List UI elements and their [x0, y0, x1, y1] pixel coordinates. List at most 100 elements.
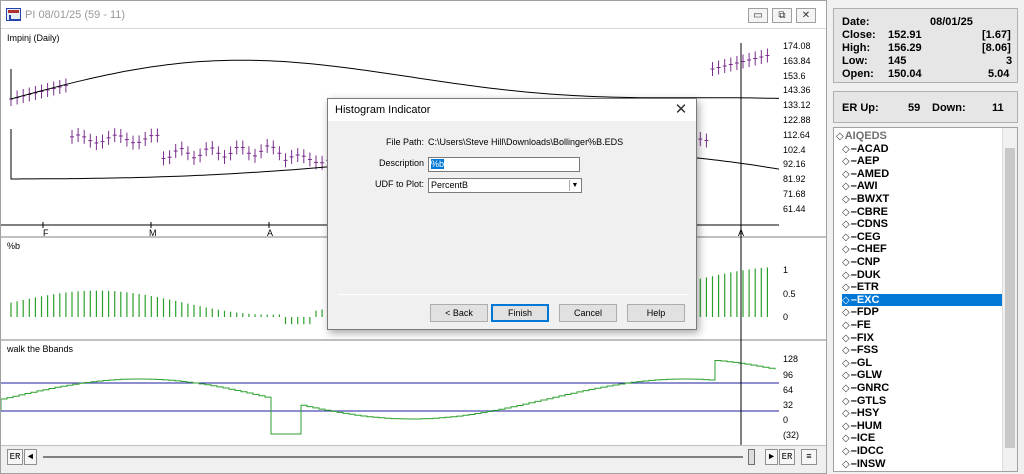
er-right-button[interactable]: ER [779, 449, 795, 465]
symbol-item[interactable]: ◇–GLW [842, 369, 1010, 382]
udf-selected-value: PercentB [431, 180, 469, 190]
close-change: [1.67] [982, 29, 1011, 41]
restore-button[interactable]: ⧉ [772, 8, 792, 23]
symbol-list[interactable]: ◇AIQEDS ◇–ACAD ◇–AEP ◇–AMED ◇–AWI ◇–BWXT ◇–CBR… [833, 127, 1018, 472]
symbol-item[interactable]: ◇–FIX [842, 332, 1010, 345]
chart-titlebar[interactable]: PI 08/01/25 (59 - 11) ▭ ⧉ ✕ [1, 1, 826, 29]
symbol-item[interactable]: ◇–INSW [842, 458, 1010, 471]
chart-scrollbar[interactable]: ER ◄ ► ER ≡ [1, 445, 826, 473]
price-axis-tick: 153.6 [783, 71, 806, 81]
udf-select[interactable]: PercentB ▼ [428, 178, 582, 193]
scroll-right-arrow-icon[interactable]: ► [765, 449, 778, 465]
percentb-axis-tick: 0.5 [783, 289, 796, 299]
symbol-label: FE [856, 319, 871, 331]
description-label: Description [378, 158, 424, 168]
list-scroll-thumb[interactable] [1005, 148, 1015, 448]
er-up-label: ER Up: [842, 102, 879, 114]
symbol-item[interactable]: ◇–ICE [842, 432, 1010, 445]
symbol-item[interactable]: ◇–CDNS [842, 218, 1010, 231]
symbol-label: ICE [856, 432, 876, 445]
symbol-item[interactable]: ◇–CNP [842, 256, 1010, 269]
month-label: F [43, 228, 49, 238]
symbol-item[interactable]: ◇–GNRC [842, 382, 1010, 395]
close-label: Close: [842, 29, 876, 41]
symbol-label: EXC [856, 293, 880, 306]
price-axis-tick: 122.88 [783, 115, 811, 125]
symbol-label: GL [856, 356, 873, 369]
price-pane-label: Impinj (Daily) [7, 33, 60, 43]
price-axis-tick: 174.08 [783, 41, 811, 51]
date-value: 08/01/25 [930, 16, 973, 28]
symbol-label: FIX [856, 331, 874, 344]
minimize-button[interactable]: ▭ [748, 8, 768, 23]
symbol-item[interactable]: ◇–CHEF [842, 243, 1010, 256]
high-row: High: 156.29 [8.06] [842, 42, 1017, 56]
month-label: M [149, 228, 157, 238]
symbol-item[interactable]: ◇–ETR [842, 281, 1010, 294]
scroll-thumb[interactable] [748, 449, 755, 465]
symbol-item[interactable]: ◇–HUM [842, 420, 1010, 433]
symbol-item[interactable]: ◇–CBRE [842, 206, 1010, 219]
symbol-item[interactable]: ◇–EXC [842, 293, 1010, 307]
list-scrollbar[interactable] [1002, 128, 1017, 471]
menu-icon[interactable]: ≡ [801, 449, 817, 465]
symbol-item[interactable]: ◇–IDCC [842, 445, 1010, 458]
price-axis-tick: 92.16 [783, 159, 806, 169]
walk-axis-tick: 96 [783, 370, 794, 380]
percentb-axis-tick: 0 [783, 312, 789, 322]
symbol-item[interactable]: ◇–GL [842, 357, 1010, 370]
symbol-item[interactable]: ◇–AEP [842, 155, 1010, 168]
symbol-item[interactable]: ◇–FE [842, 319, 1010, 332]
scroll-track[interactable] [43, 456, 743, 458]
chevron-down-icon[interactable]: ▼ [569, 180, 580, 191]
udf-label: UDF to Plot: [374, 179, 424, 189]
cancel-button[interactable]: Cancel [559, 304, 617, 322]
upper-band-line [10, 59, 780, 100]
quote-info-panel: Date: 08/01/25 Close: 152.91 [1.67] High… [833, 8, 1018, 83]
file-path-value: C:\Users\Steve Hill\Downloads\Bollinger%… [428, 137, 624, 147]
symbol-item[interactable]: ◇–FSS [842, 344, 1010, 357]
symbol-label: GNRC [856, 382, 890, 394]
diamond-icon: ◇ [842, 458, 850, 470]
open-change: 5.04 [988, 68, 1010, 80]
symbol-item[interactable]: ◇–HSY [842, 407, 1010, 420]
symbol-label: AWI [856, 180, 878, 193]
low-change: 3 [1006, 55, 1013, 67]
price-axis-tick: 61.44 [783, 204, 806, 214]
high-value: 156.29 [888, 42, 922, 54]
low-label: Low: [842, 55, 868, 67]
screen: PI 08/01/25 (59 - 11) ▭ ⧉ ✕ Impinj (Dail… [0, 0, 1024, 474]
walk-axis-tick: (32) [783, 430, 800, 440]
er-down-value: 11 [992, 102, 1004, 114]
help-button[interactable]: Help [627, 304, 685, 322]
symbol-item[interactable]: ◇–DUK [842, 269, 1010, 282]
symbol-item[interactable]: ◇–AMED [842, 168, 1010, 181]
symbol-label: DUK [856, 268, 881, 281]
symbol-item[interactable]: ◇–CEG [842, 231, 1010, 244]
walk-pane-label: walk the Bbands [7, 344, 74, 354]
er-down-label: Down: [932, 102, 966, 114]
price-axis-tick: 102.4 [783, 145, 806, 155]
dialog-titlebar[interactable]: Histogram Indicator ✕ [328, 99, 696, 121]
symbol-item[interactable]: ◇–ACAD [842, 143, 1010, 156]
date-label: Date: [842, 16, 870, 28]
symbol-label: FDP [856, 306, 879, 319]
scroll-left-arrow-icon[interactable]: ◄ [24, 449, 37, 465]
chart-window-title: PI 08/01/25 (59 - 11) [25, 9, 126, 21]
symbol-item[interactable]: ◇–BWXT [842, 193, 1010, 206]
er-counts-panel: ER Up: 59 Down: 11 [833, 91, 1018, 123]
symbol-label: CDNS [856, 218, 888, 231]
symbol-label: GTLS [856, 394, 887, 407]
file-path-label: File Path: [385, 137, 424, 147]
symbol-item[interactable]: ◇–GTLS [842, 395, 1010, 408]
close-icon[interactable]: ✕ [672, 101, 690, 119]
close-window-button[interactable]: ✕ [796, 8, 816, 23]
symbol-item[interactable]: ◇–FDP [842, 306, 1010, 319]
back-button[interactable]: < Back [430, 304, 488, 322]
finish-button[interactable]: Finish [491, 304, 549, 322]
er-left-button[interactable]: ER [7, 449, 23, 465]
symbol-group[interactable]: ◇AIQEDS [836, 130, 1004, 143]
symbol-item[interactable]: ◇–AWI [842, 180, 1010, 193]
description-input[interactable]: %b [428, 157, 580, 172]
close-value: 152.91 [888, 29, 922, 41]
